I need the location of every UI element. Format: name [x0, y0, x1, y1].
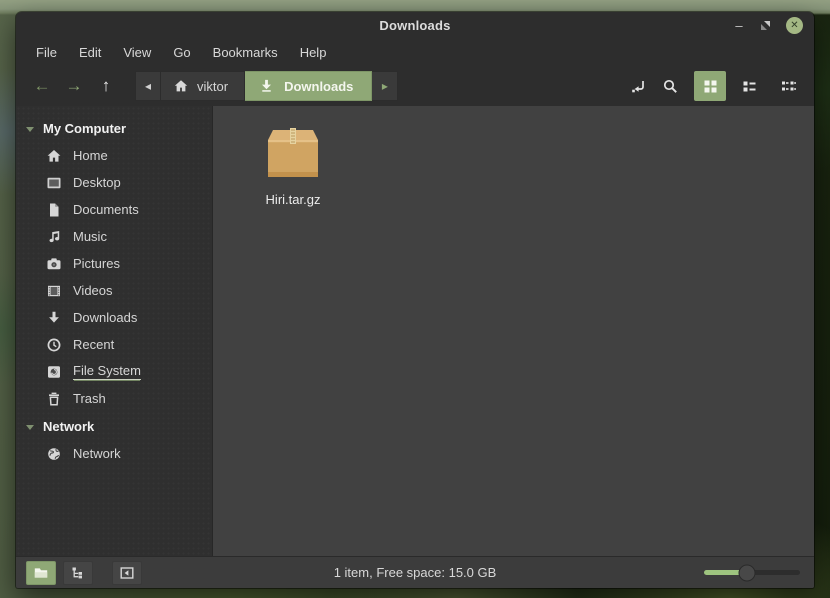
forward-button[interactable]: → — [58, 72, 90, 100]
menu-view[interactable]: View — [112, 41, 162, 64]
icon-view-button[interactable] — [694, 71, 726, 101]
sidebar-item-label: Videos — [73, 283, 113, 298]
desktop-icon — [46, 175, 62, 191]
film-icon — [46, 283, 62, 299]
view-switcher — [694, 71, 804, 101]
sidebar-item-label: Home — [73, 148, 108, 163]
breadcrumb-prev-button[interactable]: ◂ — [135, 71, 161, 101]
sidebar-item-label: File System — [73, 363, 141, 380]
breadcrumb-current[interactable]: Downloads — [245, 71, 373, 101]
menubar: File Edit View Go Bookmarks Help — [16, 39, 814, 66]
window-body: My Computer Home Desktop Documents Music… — [16, 106, 814, 556]
download-arrow-icon — [259, 78, 275, 94]
search-button[interactable] — [654, 72, 686, 100]
menu-go[interactable]: Go — [162, 41, 201, 64]
menu-bookmarks[interactable]: Bookmarks — [202, 41, 289, 64]
statusbar: 1 item, Free space: 15.0 GB — [16, 556, 814, 588]
list-view-icon — [743, 81, 755, 91]
file-manager-window: Downloads – ✕ File Edit View Go Bookmark… — [16, 12, 814, 588]
zoom-slider-track[interactable] — [704, 564, 800, 581]
sidebar-item-label: Trash — [73, 391, 106, 406]
sidebar-item-network[interactable]: Network — [16, 440, 212, 467]
back-button[interactable]: ← — [26, 72, 58, 100]
sidebar-item-videos[interactable]: Videos — [16, 277, 212, 304]
file-item-archive[interactable]: Hiri.tar.gz — [243, 125, 343, 207]
sidebar-item-desktop[interactable]: Desktop — [16, 169, 212, 196]
camera-icon — [46, 256, 62, 272]
sidebar-item-label: Music — [73, 229, 107, 244]
breadcrumb-home-label: viktor — [197, 78, 229, 94]
desktop-wallpaper: { "window": { "title": "Downloads", "con… — [0, 0, 830, 598]
expander-down-icon[interactable] — [26, 424, 34, 430]
zoom-slider-handle[interactable] — [738, 564, 756, 581]
sidebar-item-label: Pictures — [73, 256, 120, 271]
status-text: 1 item, Free space: 15.0 GB — [333, 565, 497, 580]
clock-icon — [46, 337, 62, 353]
sidebar-item-file-system[interactable]: File System — [16, 358, 212, 385]
download-arrow-icon — [46, 310, 62, 326]
sidebar-item-trash[interactable]: Trash — [16, 385, 212, 412]
breadcrumb-next-button[interactable]: ▸ — [372, 71, 399, 101]
file-name: Hiri.tar.gz — [265, 192, 321, 207]
window-controls: – ✕ — [733, 17, 814, 34]
toggle-location-entry-button[interactable] — [622, 72, 654, 100]
hard-disk-icon — [46, 364, 62, 380]
menu-help[interactable]: Help — [289, 41, 338, 64]
breadcrumb-home[interactable]: viktor — [161, 71, 246, 101]
section-header-label: Network — [43, 419, 95, 434]
home-icon — [173, 78, 189, 94]
breadcrumb-current-label: Downloads — [284, 78, 354, 94]
expander-down-icon[interactable] — [26, 126, 34, 132]
file-view[interactable]: Hiri.tar.gz — [213, 106, 814, 556]
maximize-button[interactable] — [760, 20, 771, 31]
sidebar-item-music[interactable]: Music — [16, 223, 212, 250]
home-icon — [46, 148, 62, 164]
menu-edit[interactable]: Edit — [68, 41, 112, 64]
up-button[interactable]: ↑ — [90, 72, 122, 100]
document-icon — [46, 202, 62, 218]
sidebar-item-recent[interactable]: Recent — [16, 331, 212, 358]
compact-view-icon — [781, 81, 796, 90]
sidebar-item-label: Desktop — [73, 175, 121, 190]
sidebar-section-my-computer[interactable]: My Computer — [16, 115, 212, 142]
window-title: Downloads — [379, 18, 451, 33]
sidebar-section-network[interactable]: Network — [16, 413, 212, 440]
titlebar[interactable]: Downloads – ✕ — [16, 12, 814, 39]
breadcrumb: ◂ viktor Downloads ▸ — [135, 71, 399, 101]
globe-icon — [46, 446, 62, 462]
sidebar-item-pictures[interactable]: Pictures — [16, 250, 212, 277]
sidebar-item-label: Recent — [73, 337, 115, 352]
grid-view-icon — [704, 80, 716, 92]
toolbar: ← → ↑ ◂ viktor Downloads ▸ — [16, 66, 814, 106]
sidebar: My Computer Home Desktop Documents Music… — [16, 106, 213, 556]
search-icon — [663, 79, 677, 93]
music-note-icon — [46, 229, 62, 245]
sidebar-item-label: Downloads — [73, 310, 138, 325]
compact-view-button[interactable] — [772, 71, 804, 101]
sidebar-item-documents[interactable]: Documents — [16, 196, 212, 223]
sidebar-item-home[interactable]: Home — [16, 142, 212, 169]
close-button[interactable]: ✕ — [786, 17, 803, 34]
sidebar-item-downloads[interactable]: Downloads — [16, 304, 212, 331]
archive-icon — [265, 125, 321, 184]
sidebar-item-label: Network — [73, 446, 121, 461]
minimize-button[interactable]: – — [733, 19, 745, 32]
section-header-label: My Computer — [43, 121, 127, 136]
trash-icon — [46, 391, 62, 407]
list-view-button[interactable] — [733, 71, 765, 101]
menu-file[interactable]: File — [25, 41, 68, 64]
zoom-slider[interactable] — [704, 564, 804, 581]
restore-icon — [761, 21, 770, 30]
location-entry-icon — [631, 80, 644, 92]
sidebar-item-label: Documents — [73, 202, 139, 217]
